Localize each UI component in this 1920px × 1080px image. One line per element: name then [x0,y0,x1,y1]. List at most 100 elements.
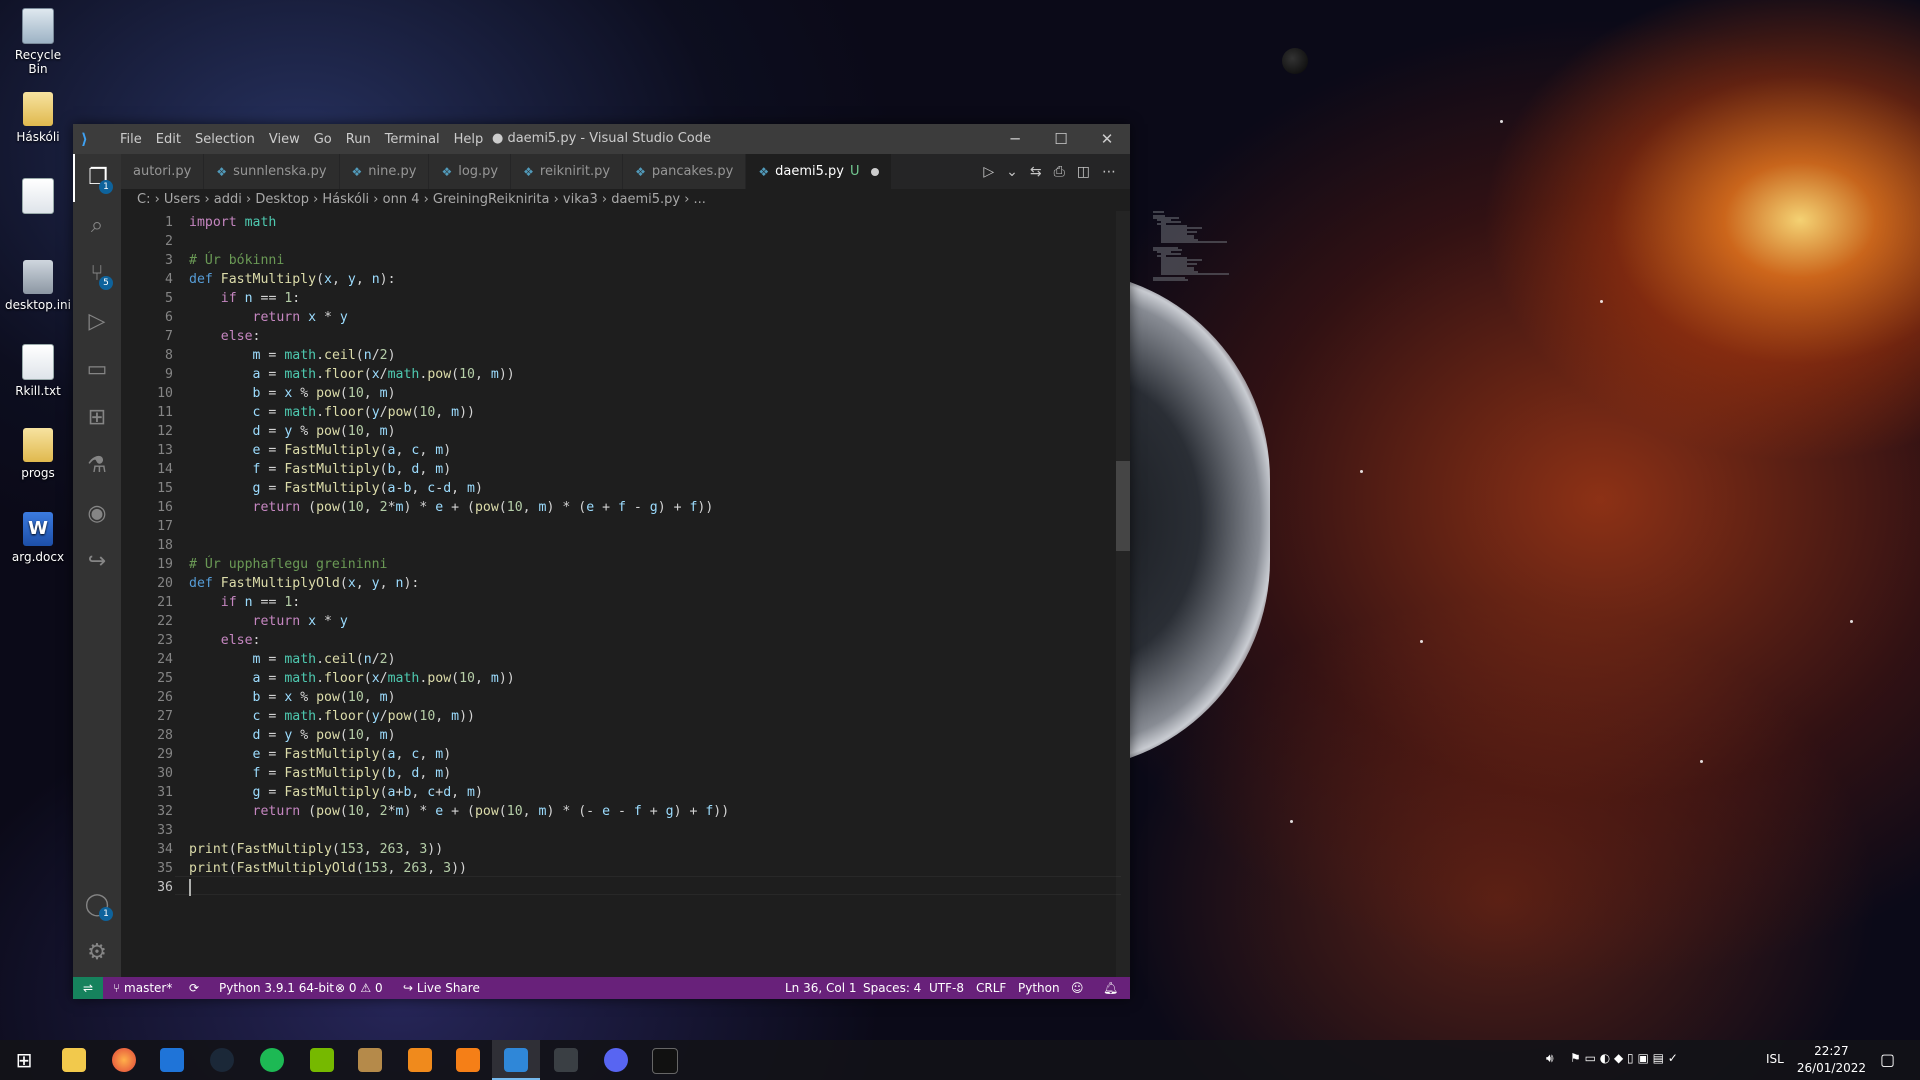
file-explorer-icon[interactable] [62,1048,86,1072]
vscode-taskbar-icon[interactable] [504,1048,528,1072]
scrollbar-thumb[interactable] [1116,461,1130,551]
interpreter-button[interactable]: Python 3.9.1 64-bit [219,977,334,999]
code-line[interactable]: 34 print(FastMultiply(153, 263, 3)) [121,840,443,859]
github-button[interactable]: ◉ [73,490,121,538]
source-control-button[interactable]: ⑂ 5 [73,250,121,298]
code-line[interactable]: 30 f = FastMultiply(b, d, m) [121,764,451,783]
maximize-button[interactable]: ☐ [1038,124,1084,154]
tab-sunnlenska[interactable]: ❖ sunnlenska.py [204,154,340,189]
code-line[interactable]: 17 [121,517,173,536]
code-line[interactable]: 26 b = x % pow(10, m) [121,688,395,707]
desktop-icon-arg-docx[interactable]: W arg.docx [4,512,72,564]
code-line[interactable]: 5 if n == 1: [121,289,300,308]
live-share-status-button[interactable]: ↪ Live Share [403,977,480,999]
spotify-icon[interactable] [260,1048,284,1072]
menu-run[interactable]: Run [339,132,378,147]
tab-autori[interactable]: autori.py [121,154,205,189]
code-line[interactable]: 18 [121,536,173,555]
firefox-icon[interactable] [112,1048,136,1072]
code-line[interactable]: 22 return x * y [121,612,348,631]
split-editor-icon[interactable]: ◫ [1077,164,1090,180]
branch-button[interactable]: ⑂ master* [113,977,172,999]
windows-start-icon[interactable]: ⊞ [12,1048,36,1072]
tab-reiknirit[interactable]: ❖ reiknirit.py [511,154,624,189]
tab-nine[interactable]: ❖ nine.py [339,154,430,189]
notifications-bell-icon[interactable]: 🔔︎ [1103,977,1118,999]
discord-icon[interactable] [604,1048,628,1072]
tab-log[interactable]: ❖ log.py [429,154,512,189]
vlc-icon[interactable] [408,1048,432,1072]
code-line[interactable]: 28 d = y % pow(10, m) [121,726,395,745]
sync-button[interactable]: ⟳ [189,977,199,999]
code-line[interactable]: 9 a = math.floor(x/math.pow(10, m)) [121,365,515,384]
code-line[interactable]: 15 g = FastMultiply(a-b, c-d, m) [121,479,483,498]
unsaved-dot-icon[interactable] [871,167,880,176]
run-file-icon[interactable]: ▷ [983,164,994,180]
steam-icon[interactable] [210,1048,234,1072]
code-line[interactable]: 25 a = math.floor(x/math.pow(10, m)) [121,669,515,688]
tab-pancakes[interactable]: ❖ pancakes.py [623,154,747,189]
code-line[interactable]: 11 c = math.floor(y/pow(10, m)) [121,403,475,422]
clock[interactable]: 22:27 26/01/2022 [1797,1043,1866,1077]
console-icon[interactable] [652,1048,678,1074]
app-blue-icon[interactable] [160,1048,184,1072]
extensions-button[interactable]: ⊞ [73,394,121,442]
code-line[interactable]: 21 if n == 1: [121,593,300,612]
accounts-button[interactable]: ◯ 1 [73,881,121,929]
code-line[interactable]: 7 else: [121,327,260,346]
eol-button[interactable]: CRLF [976,977,1006,999]
breadcrumb[interactable]: C: › Users › addi › Desktop › Háskóli › … [121,189,1130,211]
chevron-down-icon[interactable]: ⌄ [1006,164,1018,180]
code-line[interactable]: 33 [121,821,173,840]
desktop-icon-recycle-bin[interactable]: Recycle Bin [4,8,72,76]
terminal-app-icon[interactable] [554,1048,578,1072]
code-line[interactable]: 6 return x * y [121,308,348,327]
code-line[interactable]: 12 d = y % pow(10, m) [121,422,395,441]
manage-button[interactable]: ⚙ [73,929,121,977]
code-line[interactable]: 8 m = math.ceil(n/2) [121,346,396,365]
language-mode-button[interactable]: Python [1018,977,1060,999]
volume-icon[interactable]: 🔊︎ [1546,1051,1554,1066]
code-line[interactable]: 27 c = math.floor(y/pow(10, m)) [121,707,475,726]
code-line[interactable]: 32 return (pow(10, 2*m) * e + (pow(10, m… [121,802,729,821]
game-icon[interactable] [358,1048,382,1072]
code-line[interactable]: 23 else: [121,631,260,650]
close-button[interactable]: ✕ [1084,124,1130,154]
menu-selection[interactable]: Selection [188,132,262,147]
menu-edit[interactable]: Edit [149,132,188,147]
desktop-icon-haskoli[interactable]: Háskóli [4,92,72,144]
menu-help[interactable]: Help [447,132,491,147]
search-button[interactable]: ⌕ [73,202,121,250]
remote-indicator-button[interactable]: ⇌ [73,977,103,999]
remote-explorer-button[interactable]: ▭ [73,346,121,394]
more-actions-icon[interactable]: ⋯ [1102,164,1116,180]
code-line[interactable]: 14 f = FastMultiply(b, d, m) [121,460,451,479]
cursor-position[interactable]: Ln 36, Col 1 [785,977,857,999]
desktop-icon-rkill[interactable]: Rkill.txt [4,344,72,398]
explorer-button[interactable]: ❐ 1 [73,154,121,202]
run-debug-button[interactable]: ▷ [73,298,121,346]
notification-center-icon[interactable]: ▢ [1880,1050,1895,1069]
minimap[interactable] [1153,211,1265,281]
code-line[interactable]: 20 def FastMultiplyOld(x, y, n): [121,574,419,593]
code-line[interactable]: 13 e = FastMultiply(a, c, m) [121,441,451,460]
tab-daemi5[interactable]: ❖ daemi5.py U [746,154,893,189]
desktop-icon-desktop-ini[interactable]: desktop.ini [4,260,72,312]
code-line[interactable]: 19 # Úr upphaflegu greininni [121,555,387,574]
code-line[interactable]: 35 print(FastMultiplyOld(153, 263, 3)) [121,859,467,878]
code-line[interactable]: 31 g = FastMultiply(a+b, c+d, m) [121,783,483,802]
app-orange-icon[interactable] [456,1048,480,1072]
compare-changes-icon[interactable]: ⇆ [1030,164,1042,180]
menu-file[interactable]: File [113,132,149,147]
encoding-button[interactable]: UTF-8 [929,977,964,999]
testing-button[interactable]: ⚗ [73,442,121,490]
code-line[interactable]: 1 import math [121,213,276,232]
feedback-icon[interactable]: ☺ [1071,977,1084,999]
live-share-button[interactable]: ↪ [73,538,121,586]
code-line[interactable]: 4 def FastMultiply(x, y, n): [121,270,396,289]
problems-button[interactable]: ⊗ 0 ⚠ 0 [335,977,383,999]
code-line[interactable]: 36 [121,878,173,897]
code-line[interactable]: 29 e = FastMultiply(a, c, m) [121,745,451,764]
indentation-button[interactable]: Spaces: 4 [863,977,921,999]
code-line[interactable]: 2 [121,232,173,251]
